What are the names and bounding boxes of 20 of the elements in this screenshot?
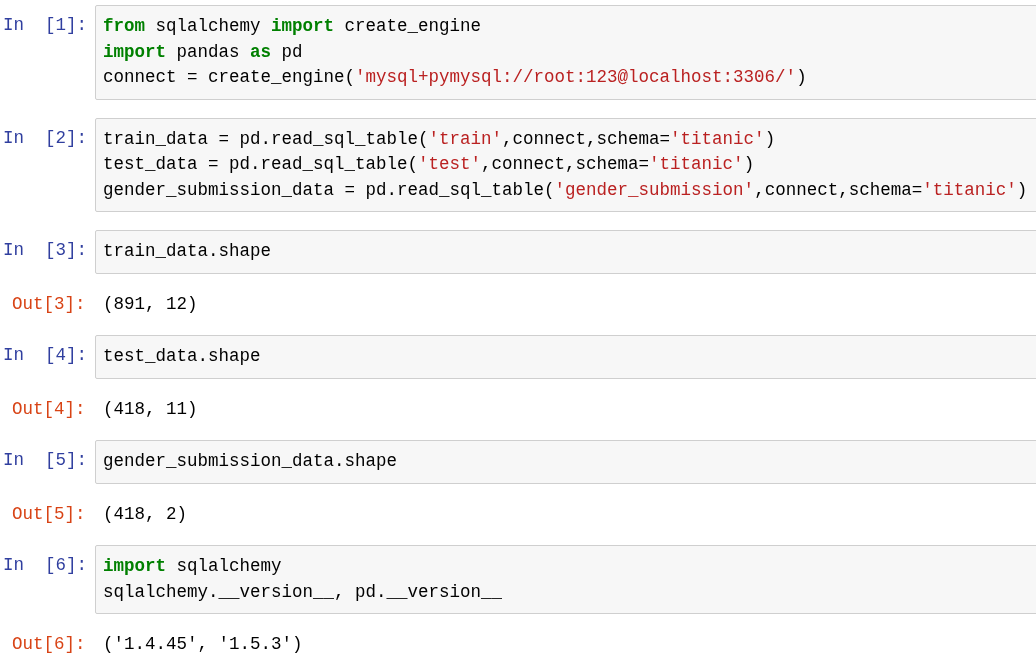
cell-output: ('1.4.45', '1.5.3') [102, 633, 303, 656]
code-cell[interactable]: train_data.shape [95, 230, 1036, 274]
output-prompt: Out[6]: [11, 633, 87, 656]
input-prompt: In [5]: [2, 449, 88, 472]
output-prompt: Out[5]: [11, 502, 87, 526]
code-cell[interactable]: train_data = pd.read_sql_table('train',connect,schema='titanic') test_data = pd.read_sql_table('test',connect,schema='titanic') gender_submission_data = pd.read_sql_table('gender_submission',connect,schema='titanic') [95, 117, 1036, 212]
cell-output: (418, 11) [102, 397, 198, 421]
input-prompt: In [6]: [2, 554, 88, 577]
output-prompt: Out[4]: [11, 397, 87, 421]
input-prompt: In [1]: [2, 14, 88, 37]
code-cell[interactable]: test_data.shape [95, 335, 1036, 379]
code-cell[interactable]: gender_submission_data.shape [95, 440, 1036, 484]
code-cell[interactable]: from sqlalchemy import create_engine import pandas as pd connect = create_engine('mysql+pymysql://root:123@localhost:3306/') [95, 5, 1036, 100]
output-prompt: Out[3]: [11, 292, 87, 316]
code-cell[interactable]: import sqlalchemy sqlalchemy.__version__, pd.__version__ [95, 545, 1036, 614]
cell-output: (891, 12) [102, 292, 198, 316]
input-prompt: In [2]: [2, 126, 88, 150]
input-prompt: In [4]: [2, 344, 88, 367]
input-prompt: In [3]: [2, 239, 88, 262]
cell-output: (418, 2) [102, 502, 187, 526]
